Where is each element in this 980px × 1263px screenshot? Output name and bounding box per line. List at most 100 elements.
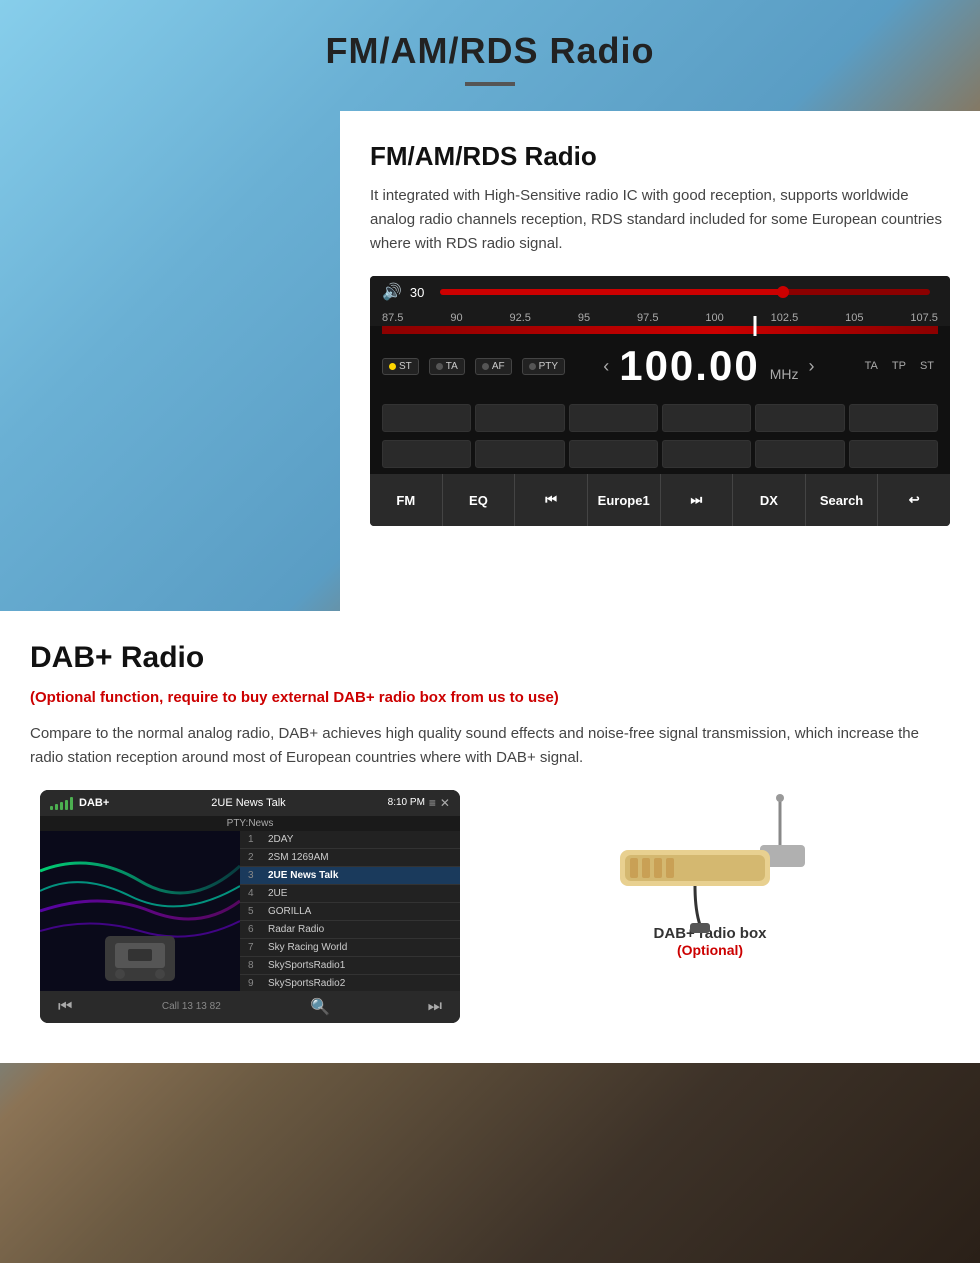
tp-label: TP bbox=[888, 358, 910, 374]
freq-scale: 87.5 90 92.5 95 97.5 100 102.5 105 107.5 bbox=[370, 308, 950, 326]
signal-bar-5 bbox=[70, 797, 73, 810]
signal-bar-3 bbox=[60, 802, 63, 810]
preset-2[interactable] bbox=[475, 404, 564, 432]
preset-8[interactable] bbox=[475, 440, 564, 468]
volume-slider-fill bbox=[440, 289, 783, 295]
toolbar-europe1-btn[interactable]: Europe1 bbox=[588, 474, 661, 526]
signal-bars bbox=[50, 796, 73, 810]
dab-channel-2[interactable]: 2 2SM 1269AM bbox=[240, 849, 460, 867]
dab-channel-8[interactable]: 8 SkySportsRadio1 bbox=[240, 957, 460, 975]
fm-section-title: FM/AM/RDS Radio bbox=[370, 141, 950, 172]
preset-grid-2 bbox=[370, 438, 950, 474]
preset-1[interactable] bbox=[382, 404, 471, 432]
radio-ui: 🔊 30 87.5 90 92.5 95 97.5 100 bbox=[370, 276, 950, 526]
preset-6[interactable] bbox=[849, 404, 938, 432]
freq-label-95: 95 bbox=[578, 312, 590, 324]
volume-bar: 🔊 30 bbox=[370, 276, 950, 308]
dab-channel-list: 1 2DAY 2 2SM 1269AM 3 2UE News Talk 4 bbox=[240, 831, 460, 991]
st-label: ST bbox=[916, 358, 938, 374]
menu-icon: ≡ bbox=[429, 796, 436, 810]
dab-box-area: DAB+ radio box (Optional) bbox=[480, 790, 940, 959]
volume-slider-thumb bbox=[777, 286, 789, 298]
preset-3[interactable] bbox=[569, 404, 658, 432]
dab-bottom: DAB+ 2UE News Talk 8:10 PM ≡ ✕ PTY:News bbox=[30, 790, 950, 1043]
preset-7[interactable] bbox=[382, 440, 471, 468]
freq-label-975: 97.5 bbox=[637, 312, 658, 324]
preset-12[interactable] bbox=[849, 440, 938, 468]
preset-5[interactable] bbox=[755, 404, 844, 432]
dab-footer-text: Call 13 13 82 bbox=[162, 1001, 221, 1012]
toolbar-back-btn[interactable]: ↩ bbox=[878, 474, 950, 526]
dab-description: Compare to the normal analog radio, DAB+… bbox=[30, 722, 950, 770]
dab-time: 8:10 PM bbox=[388, 797, 425, 808]
freq-display: ‹ 100.00 MHz › bbox=[575, 342, 843, 390]
radio-toolbar: FM EQ ⏮ Europe1 ⏭ DX Search ↩ bbox=[370, 474, 950, 526]
ta-label: TA bbox=[861, 358, 882, 374]
title-divider bbox=[465, 82, 515, 86]
dab-label: DAB+ bbox=[79, 797, 109, 809]
dab-channel-6[interactable]: 6 Radar Radio bbox=[240, 921, 460, 939]
freq-label-925: 92.5 bbox=[510, 312, 531, 324]
dab-channel-7[interactable]: 7 Sky Racing World bbox=[240, 939, 460, 957]
dab-search-btn[interactable]: 🔍 bbox=[302, 995, 338, 1019]
af-dot bbox=[482, 363, 489, 370]
volume-slider-track[interactable] bbox=[440, 289, 930, 295]
dab-content: 1 2DAY 2 2SM 1269AM 3 2UE News Talk 4 bbox=[40, 831, 460, 991]
toolbar-dx-btn[interactable]: DX bbox=[733, 474, 806, 526]
toolbar-next-btn[interactable]: ⏭ bbox=[661, 474, 734, 526]
toolbar-prev-btn[interactable]: ⏮ bbox=[515, 474, 588, 526]
freq-label-100: 100 bbox=[705, 312, 723, 324]
toolbar-eq-btn[interactable]: EQ bbox=[443, 474, 516, 526]
dab-screenshot: DAB+ 2UE News Talk 8:10 PM ≡ ✕ PTY:News bbox=[40, 790, 460, 1023]
st-dot bbox=[389, 363, 396, 370]
dab-footer: ⏮ Call 13 13 82 🔍 ⏭ bbox=[40, 991, 460, 1023]
freq-number: 100.00 bbox=[619, 342, 759, 390]
dab-channel-1[interactable]: 1 2DAY bbox=[240, 831, 460, 849]
dab-next-btn[interactable]: ⏭ bbox=[420, 996, 450, 1018]
volume-icon-area: 🔊 30 bbox=[382, 282, 424, 302]
dab-channel-5[interactable]: 5 GORILLA bbox=[240, 903, 460, 921]
preset-11[interactable] bbox=[755, 440, 844, 468]
freq-label-1025: 102.5 bbox=[771, 312, 799, 324]
dab-box-optional: (Optional) bbox=[677, 942, 743, 958]
preset-grid-1 bbox=[370, 398, 950, 438]
dab-header-bar: DAB+ 2UE News Talk 8:10 PM ≡ ✕ bbox=[40, 790, 460, 816]
dab-viz-svg bbox=[40, 831, 240, 991]
dab-section: DAB+ Radio (Optional function, require t… bbox=[0, 611, 980, 1063]
dab-channel-3[interactable]: 3 2UE News Talk bbox=[240, 867, 460, 885]
freq-prev-arrow[interactable]: ‹ bbox=[603, 356, 609, 377]
pty-dot bbox=[529, 363, 536, 370]
preset-4[interactable] bbox=[662, 404, 751, 432]
toolbar-search-btn[interactable]: Search bbox=[806, 474, 879, 526]
dab-box-svg bbox=[610, 790, 830, 940]
ta-dot bbox=[436, 363, 443, 370]
dab-channel-4[interactable]: 4 2UE bbox=[240, 885, 460, 903]
signal-bar-1 bbox=[50, 806, 53, 810]
close-icon: ✕ bbox=[440, 796, 450, 810]
volume-icon: 🔊 bbox=[382, 282, 402, 302]
dab-pty: PTY:News bbox=[40, 816, 460, 831]
dab-header-left: DAB+ bbox=[50, 796, 109, 810]
dab-header-right: 8:10 PM ≡ ✕ bbox=[388, 796, 450, 810]
dab-prev-btn[interactable]: ⏮ bbox=[50, 996, 80, 1018]
dab-optional-note: (Optional function, require to buy exter… bbox=[30, 687, 950, 710]
pty-button[interactable]: PTY bbox=[522, 358, 565, 375]
ta-button[interactable]: TA bbox=[429, 358, 465, 375]
toolbar-fm-btn[interactable]: FM bbox=[370, 474, 443, 526]
dab-station-name: 2UE News Talk bbox=[211, 797, 285, 809]
volume-number: 30 bbox=[410, 285, 424, 300]
freq-unit: MHz bbox=[770, 366, 799, 382]
af-button[interactable]: AF bbox=[475, 358, 512, 375]
freq-label-875: 87.5 bbox=[382, 312, 403, 324]
tuning-bar[interactable] bbox=[382, 326, 938, 334]
preset-9[interactable] bbox=[569, 440, 658, 468]
freq-label-1075: 107.5 bbox=[910, 312, 938, 324]
st-button[interactable]: ST bbox=[382, 358, 419, 375]
tuning-cursor bbox=[753, 316, 756, 336]
page-header: FM/AM/RDS Radio bbox=[0, 0, 980, 101]
signal-bar-2 bbox=[55, 804, 58, 810]
dab-channel-9[interactable]: 9 SkySportsRadio2 bbox=[240, 975, 460, 991]
fm-right-panel: FM/AM/RDS Radio It integrated with High-… bbox=[340, 111, 980, 611]
preset-10[interactable] bbox=[662, 440, 751, 468]
freq-next-arrow[interactable]: › bbox=[808, 356, 814, 377]
